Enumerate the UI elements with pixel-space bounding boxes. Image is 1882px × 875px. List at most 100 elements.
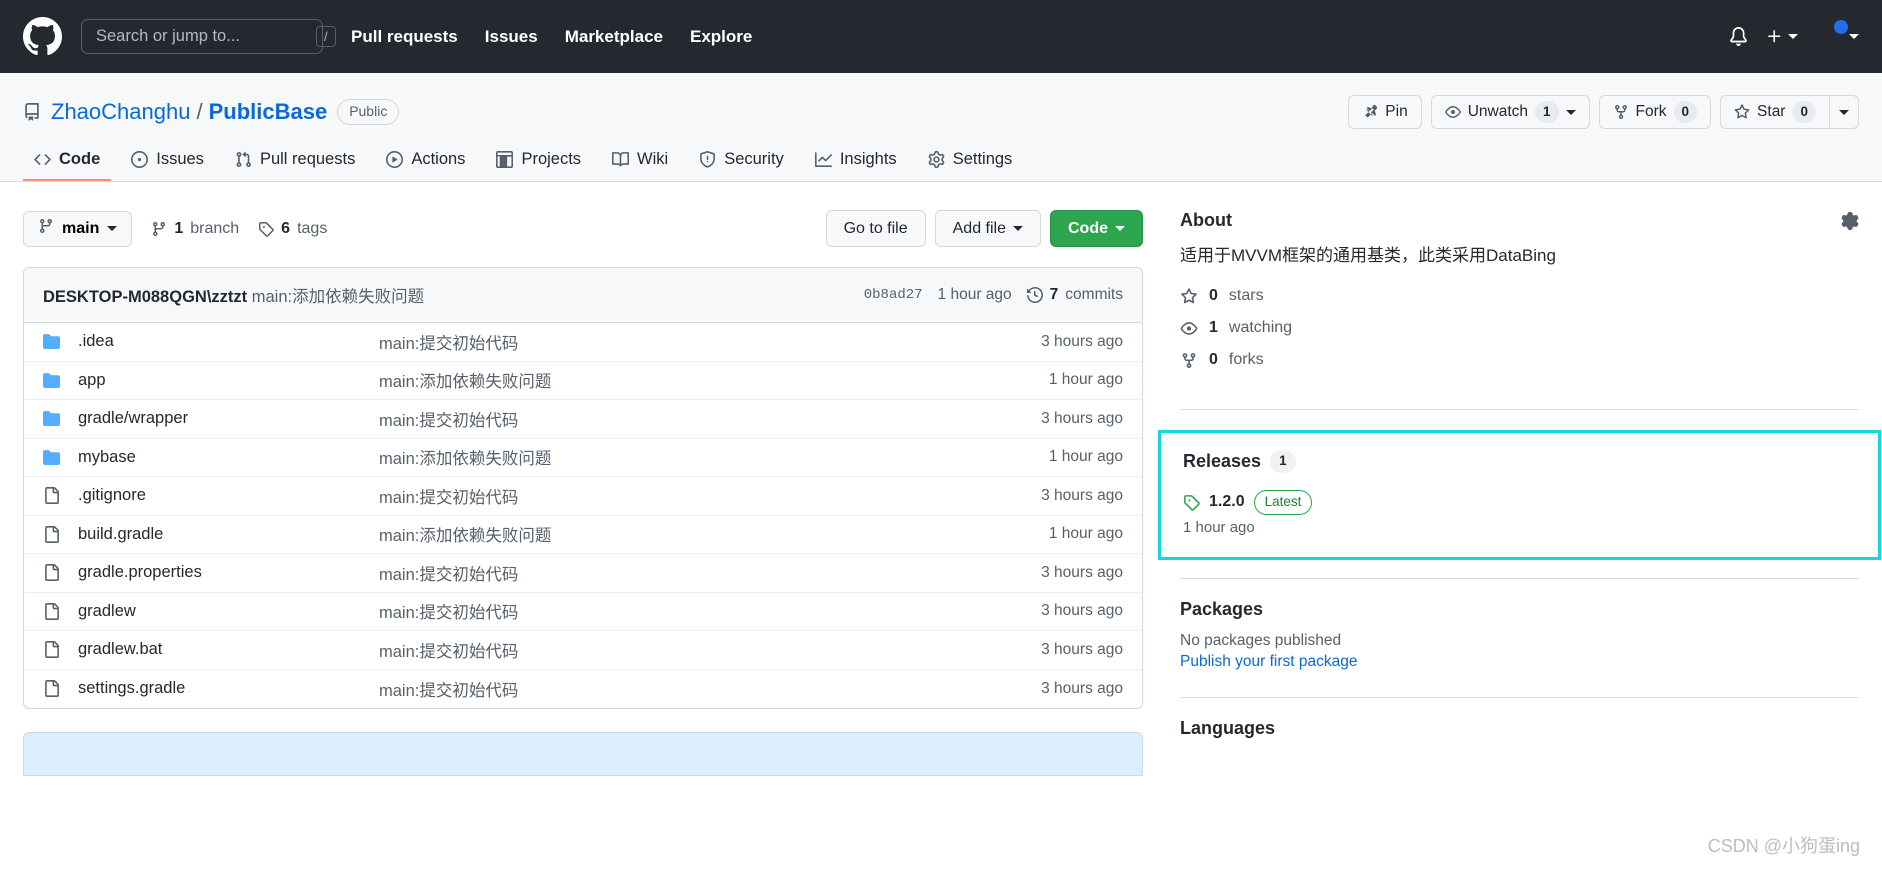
file-commit-message[interactable]: main:提交初始代码 — [379, 484, 1041, 508]
file-name-link[interactable]: gradlew — [78, 602, 379, 621]
file-icon — [43, 564, 78, 582]
file-icon — [43, 525, 78, 543]
forks-stat[interactable]: 0 forks — [1180, 351, 1859, 369]
star-button[interactable]: Star 0 — [1720, 95, 1830, 129]
stars-label: stars — [1228, 287, 1264, 305]
tab-actions[interactable]: Actions — [375, 140, 476, 181]
file-commit-time: 1 hour ago — [1048, 448, 1123, 466]
nav-explore[interactable]: Explore — [690, 27, 752, 47]
search-box[interactable]: / — [81, 19, 336, 54]
fork-button[interactable]: Fork 0 — [1598, 95, 1712, 129]
commits-history-link[interactable]: 7 commits — [1026, 286, 1123, 304]
fork-icon — [1180, 352, 1198, 369]
repo-name-link[interactable]: PublicBase — [209, 99, 328, 125]
star-count: 0 — [1792, 100, 1816, 124]
file-name-link[interactable]: mybase — [78, 448, 379, 467]
table-row[interactable]: .gitignore main:提交初始代码 3 hours ago — [24, 477, 1142, 516]
file-commit-message[interactable]: main:提交初始代码 — [379, 561, 1041, 585]
status-indicator — [1834, 19, 1848, 34]
add-file-button[interactable]: Add file — [934, 210, 1041, 247]
file-name-link[interactable]: settings.gradle — [78, 679, 379, 698]
about-header: About — [1180, 210, 1859, 231]
shield-icon — [699, 151, 716, 168]
table-row[interactable]: mybase main:添加依赖失败问题 1 hour ago — [24, 439, 1142, 477]
file-name-link[interactable]: .gitignore — [78, 486, 379, 505]
readme-panel[interactable] — [23, 732, 1143, 776]
table-row[interactable]: settings.gradle main:提交初始代码 3 hours ago — [24, 670, 1142, 709]
nav-pull-requests[interactable]: Pull requests — [351, 27, 458, 47]
tab-code[interactable]: Code — [23, 140, 112, 181]
file-commit-message[interactable]: main:提交初始代码 — [379, 677, 1041, 701]
gear-icon[interactable] — [1841, 211, 1859, 230]
star-dropdown-button[interactable] — [1830, 95, 1859, 129]
release-item[interactable]: 1.2.0 Latest — [1183, 490, 1856, 515]
pin-button[interactable]: Pin — [1348, 95, 1422, 129]
watching-stat[interactable]: 1 watching — [1180, 319, 1859, 337]
account-menu-button[interactable] — [1816, 19, 1859, 51]
notifications-button[interactable] — [1729, 27, 1748, 46]
file-name-link[interactable]: gradle/wrapper — [78, 409, 379, 428]
code-button[interactable]: Code — [1050, 210, 1143, 247]
file-name-link[interactable]: build.gradle — [78, 525, 379, 544]
table-row[interactable]: .idea main:提交初始代码 3 hours ago — [24, 323, 1142, 362]
tab-label: Security — [724, 150, 784, 168]
stars-stat[interactable]: 0 stars — [1180, 287, 1859, 305]
file-name-link[interactable]: gradle.properties — [78, 563, 379, 582]
tab-pull-requests[interactable]: Pull requests — [224, 140, 366, 181]
page-body: main 1 branch 6 tags Go to file Add file… — [0, 182, 1882, 776]
file-commit-message[interactable]: main:添加依赖失败问题 — [379, 522, 1049, 546]
tab-security[interactable]: Security — [688, 140, 795, 181]
issue-opened-icon — [131, 151, 149, 168]
search-input[interactable] — [96, 27, 316, 46]
file-name-link[interactable]: .idea — [78, 332, 379, 351]
github-mark-icon[interactable] — [23, 17, 62, 56]
tag-count-link[interactable]: 6 tags — [258, 220, 327, 238]
releases-title: Releases — [1183, 451, 1262, 472]
directory-icon — [43, 410, 78, 427]
file-commit-message[interactable]: main:提交初始代码 — [379, 638, 1041, 662]
tab-wiki[interactable]: Wiki — [601, 140, 679, 181]
file-commit-message[interactable]: main:添加依赖失败问题 — [379, 368, 1049, 392]
release-version[interactable]: 1.2.0 — [1209, 493, 1245, 511]
table-row[interactable]: gradle/wrapper main:提交初始代码 3 hours ago — [24, 400, 1142, 439]
eye-icon — [1180, 320, 1198, 337]
table-row[interactable]: gradlew main:提交初始代码 3 hours ago — [24, 593, 1142, 631]
file-name-link[interactable]: app — [78, 371, 379, 390]
tab-issues[interactable]: Issues — [120, 140, 215, 181]
plus-icon — [1766, 28, 1783, 45]
file-commit-message[interactable]: main:提交初始代码 — [379, 599, 1041, 623]
repo-owner-link[interactable]: ZhaoChanghu — [51, 99, 190, 125]
commit-sha[interactable]: 0b8ad27 — [864, 287, 923, 303]
file-commit-message[interactable]: main:添加依赖失败问题 — [379, 445, 1049, 469]
packages-section: Packages No packages published Publish y… — [1180, 599, 1859, 691]
file-commit-time: 3 hours ago — [1041, 679, 1123, 697]
table-row[interactable]: build.gradle main:添加依赖失败问题 1 hour ago — [24, 516, 1142, 554]
table-row[interactable]: gradle.properties main:提交初始代码 3 hours ag… — [24, 554, 1142, 593]
tab-insights[interactable]: Insights — [804, 140, 908, 181]
nav-issues[interactable]: Issues — [485, 27, 538, 47]
file-commit-message[interactable]: main:提交初始代码 — [379, 330, 1041, 354]
commit-author[interactable]: DESKTOP-M088QGN\zztzt — [43, 288, 247, 306]
commit-meta: 0b8ad27 1 hour ago 7 commits — [864, 286, 1123, 304]
branch-count-link[interactable]: 1 branch — [151, 220, 239, 238]
forks-count: 0 — [1209, 351, 1218, 369]
fork-count: 0 — [1673, 100, 1698, 124]
unwatch-button[interactable]: Unwatch 1 — [1430, 95, 1590, 129]
file-name-link[interactable]: gradlew.bat — [78, 640, 379, 659]
sidebar-divider — [1180, 409, 1859, 411]
main-column: main 1 branch 6 tags Go to file Add file… — [23, 210, 1143, 776]
watch-count: 1 — [1535, 100, 1559, 124]
nav-marketplace[interactable]: Marketplace — [565, 27, 663, 47]
commit-message-text[interactable]: main:添加依赖失败问题 — [252, 288, 424, 306]
tab-projects[interactable]: Projects — [485, 140, 592, 181]
tag-count: 6 — [281, 219, 291, 237]
table-row[interactable]: app main:添加依赖失败问题 1 hour ago — [24, 362, 1142, 400]
create-new-button[interactable] — [1766, 28, 1798, 45]
tab-settings[interactable]: Settings — [917, 140, 1024, 181]
go-to-file-button[interactable]: Go to file — [825, 210, 926, 247]
file-commit-message[interactable]: main:提交初始代码 — [379, 407, 1041, 431]
languages-title: Languages — [1180, 717, 1276, 738]
branch-selector-button[interactable]: main — [23, 210, 133, 247]
table-row[interactable]: gradlew.bat main:提交初始代码 3 hours ago — [24, 631, 1142, 670]
publish-package-link[interactable]: Publish your first package — [1180, 653, 1357, 670]
